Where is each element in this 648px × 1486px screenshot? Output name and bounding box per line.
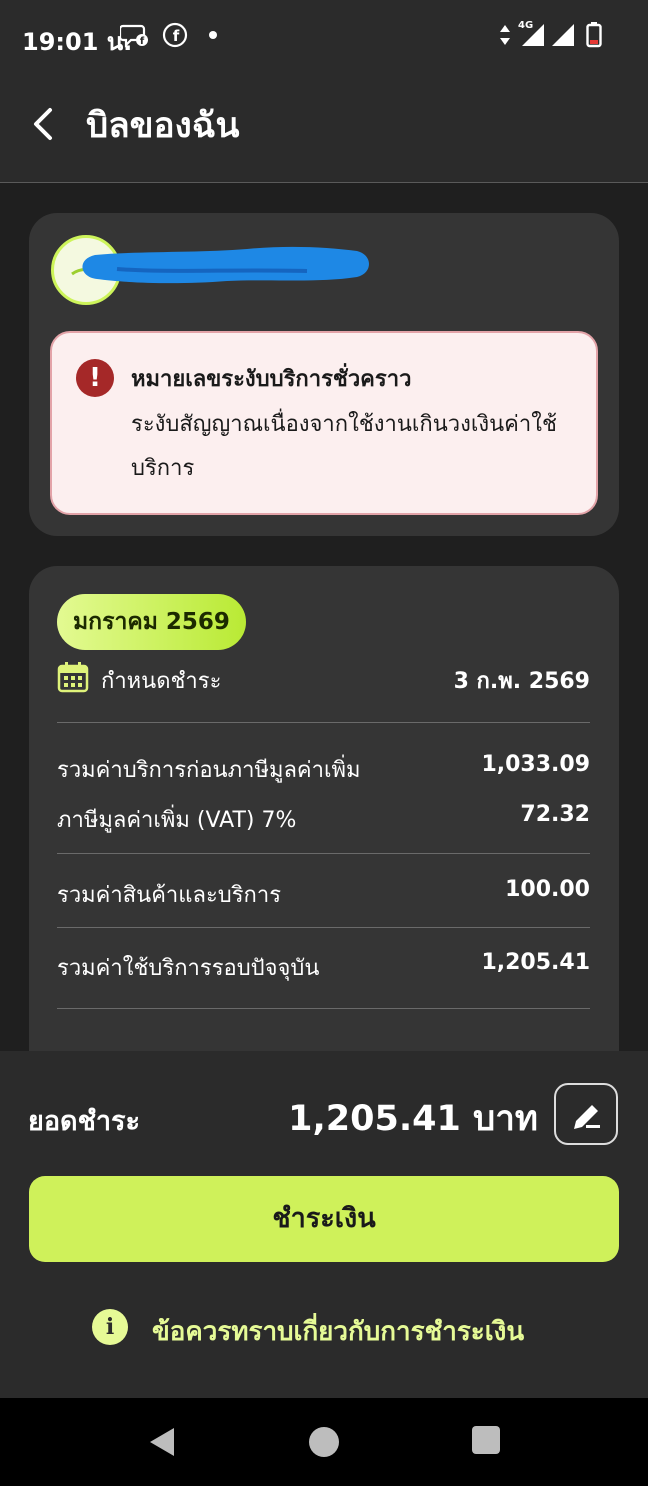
suspension-alert: ! หมายเลขระงับบริการชั่วคราว ระงับสัญญาณ…: [50, 331, 598, 515]
edit-icon: [574, 1105, 600, 1129]
back-arrow-icon[interactable]: [26, 102, 66, 146]
error-icon: !: [76, 359, 114, 397]
total-amount: 1,205.41 บาท: [288, 1099, 538, 1139]
payment-panel: ยอดชำระ 1,205.41 บาท ชำระเงิน i ข้อควรทร…: [0, 1051, 648, 1398]
current-cycle-row: รวมค่าใช้บริการรอบปัจจุบัน 1,205.41: [57, 944, 590, 984]
row-value: 1,033.09: [481, 752, 590, 777]
bill-content[interactable]: ! หมายเลขระงับบริการชั่วคราว ระงับสัญญาณ…: [0, 183, 648, 1051]
system-nav-bar: [0, 1398, 648, 1486]
row-value: 72.32: [520, 802, 590, 827]
row-label: รวมค่าสินค้าและบริการ: [57, 883, 282, 908]
messenger-notification-icon: f: [120, 24, 148, 48]
notification-dot-icon: [209, 31, 217, 39]
info-icon: i: [92, 1309, 128, 1345]
svg-text:f: f: [140, 36, 145, 47]
due-date-label: กำหนดชำระ: [101, 669, 222, 694]
vat-row: ภาษีมูลค่าเพิ่ม (VAT) 7% 72.32: [57, 796, 590, 836]
row-label: รวมค่าบริการก่อนภาษีมูลค่าเพิ่ม: [57, 758, 361, 783]
status-time: 19:01 น.: [22, 28, 133, 56]
page-title: บิลของฉัน: [86, 106, 240, 146]
row-label: รวมค่าใช้บริการรอบปัจจุบัน: [57, 956, 320, 981]
pre-vat-row: รวมค่าบริการก่อนภาษีมูลค่าเพิ่ม 1,033.09: [57, 746, 590, 786]
nav-home-icon[interactable]: [308, 1426, 340, 1458]
bill-detail-card: มกราคม 2569 กำหนดชำระ 3 ก.พ. 2569 รวมค่า…: [29, 566, 619, 1051]
calendar-icon: [57, 662, 89, 693]
alert-message: ระงับสัญญาณเนื่องจากใช้งานเกินวงเงินค่าใ…: [131, 412, 557, 481]
row-label: ภาษีมูลค่าเพิ่ม (VAT) 7%: [57, 808, 297, 833]
row-value: 100.00: [505, 877, 590, 902]
divider: [57, 853, 590, 854]
nav-recents-icon[interactable]: [472, 1426, 500, 1454]
account-card: ! หมายเลขระงับบริการชั่วคราว ระงับสัญญาณ…: [29, 213, 619, 536]
goods-services-row: รวมค่าสินค้าและบริการ 100.00: [57, 871, 590, 911]
due-date-row: กำหนดชำระ 3 ก.พ. 2569: [57, 657, 590, 697]
signal-icon: [522, 24, 544, 46]
app-bar: บิลของฉัน: [0, 72, 648, 183]
nav-back-icon[interactable]: [146, 1426, 178, 1458]
data-activity-icon: [500, 25, 510, 45]
divider: [57, 927, 590, 928]
alert-title: หมายเลขระงับบริการชั่วคราว: [131, 367, 412, 392]
redacted-account-number: [82, 246, 369, 284]
total-label: ยอดชำระ: [28, 1106, 141, 1137]
payment-info-text: ข้อควรทราบเกี่ยวกับการชำระเงิน: [152, 1317, 525, 1347]
divider: [57, 722, 590, 723]
facebook-notification-icon: f: [162, 22, 188, 48]
battery-icon: [586, 22, 602, 48]
divider: [57, 1008, 590, 1009]
due-date-value: 3 ก.พ. 2569: [453, 669, 590, 694]
signal-2-icon: [552, 24, 574, 46]
svg-text:f: f: [173, 27, 180, 45]
row-value: 1,205.41: [481, 950, 590, 975]
bill-month-badge: มกราคม 2569: [57, 594, 246, 650]
pay-button[interactable]: ชำระเงิน: [29, 1176, 619, 1262]
status-bar: 19:01 น. f f 4G: [0, 0, 648, 72]
edit-amount-button[interactable]: [554, 1083, 618, 1145]
